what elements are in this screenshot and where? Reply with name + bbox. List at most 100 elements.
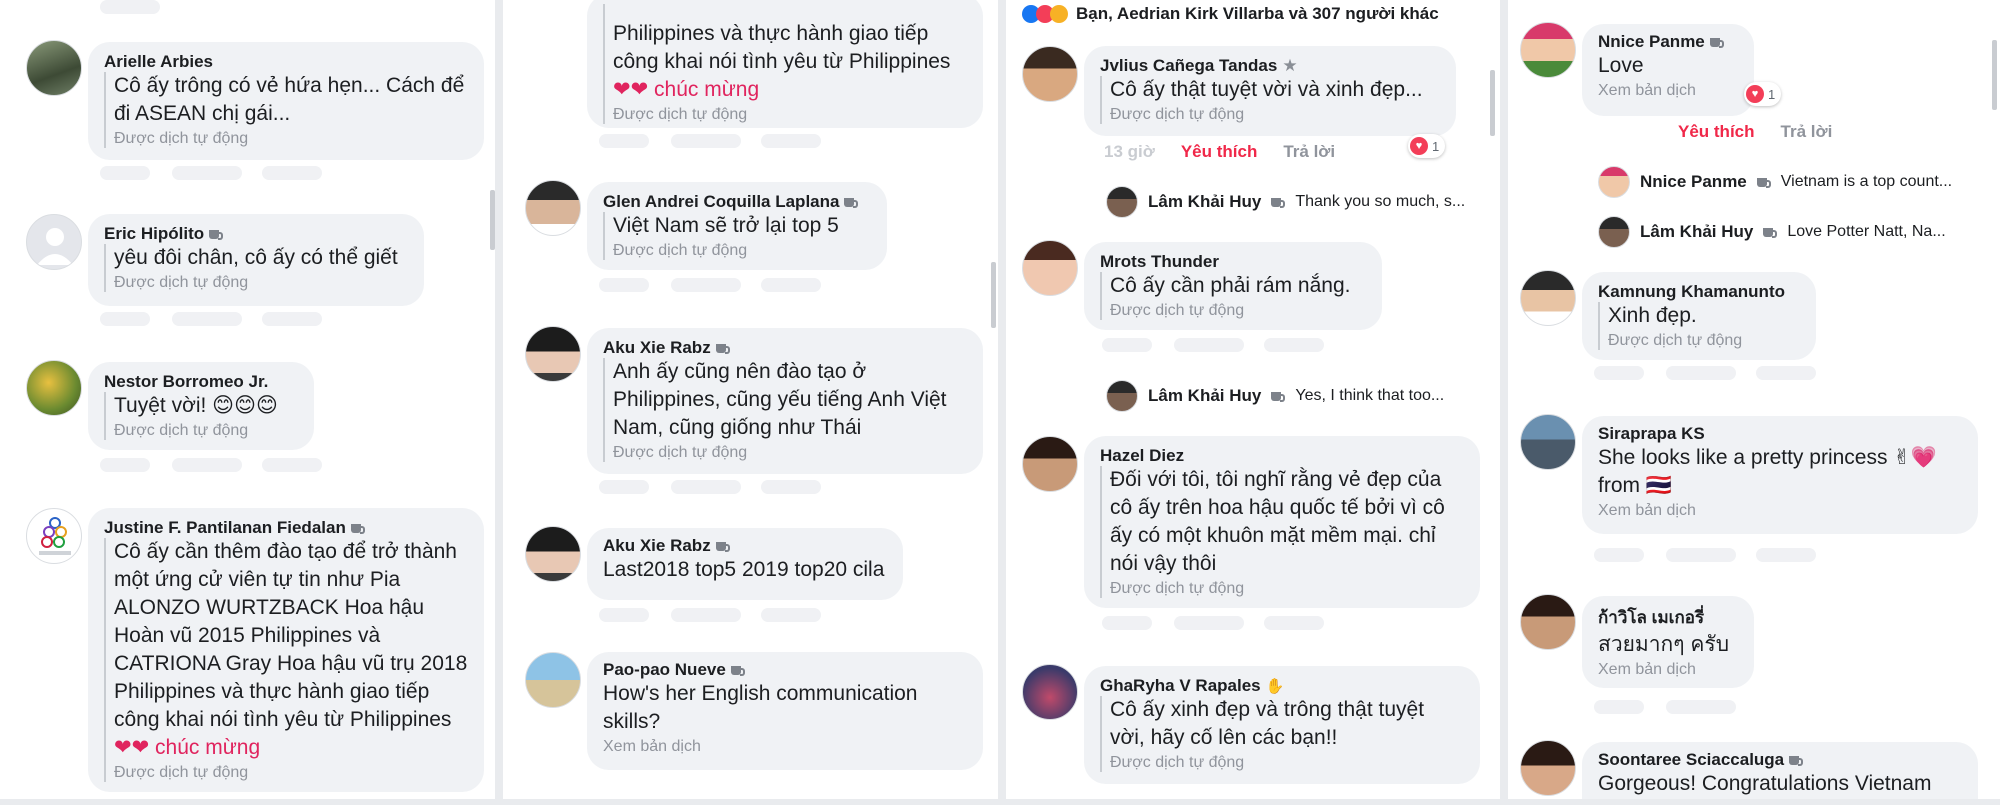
avatar[interactable] bbox=[1022, 240, 1078, 296]
comment-text: ALONZO WURTZBACK Hoa hậu bbox=[114, 596, 425, 619]
avatar[interactable] bbox=[1022, 46, 1078, 102]
commenter-name[interactable]: Siraprapa KS bbox=[1598, 424, 1962, 444]
reply-preview[interactable]: Lâm Khải Huy Love Potter Natt, Na... bbox=[1598, 216, 1946, 248]
auto-translated-label[interactable]: Được dịch tự động bbox=[1110, 580, 1464, 598]
comment-text: Philippines và thực hành giao tiếp bbox=[613, 22, 929, 45]
auto-translated-label[interactable]: Được dịch tự động bbox=[613, 444, 967, 462]
commenter-name[interactable]: Jvlius Cañega Tandas ★ bbox=[1100, 56, 1440, 76]
comment-bubble: Eric Hipólito yêu đôi chân, cô ấy có thể… bbox=[88, 214, 424, 306]
commenter-name[interactable]: Nnice Panme bbox=[1598, 32, 1738, 52]
comment-bubble: Siraprapa KS She looks like a pretty pri… bbox=[1582, 416, 1978, 534]
avatar[interactable] bbox=[1520, 414, 1576, 470]
commenter-name[interactable]: Aku Xie Rabz bbox=[603, 536, 887, 556]
commenter-name[interactable]: GhaRyha V Rapales ✋ bbox=[1100, 676, 1464, 696]
commenter-name[interactable]: Arielle Arbies bbox=[104, 52, 468, 72]
coffee-cup-icon bbox=[715, 342, 730, 354]
auto-translated-label[interactable]: Được dịch tự động bbox=[613, 242, 871, 260]
reply-button[interactable]: Trả lời bbox=[1283, 142, 1335, 162]
reply-preview[interactable]: Nnice Panme Vietnam is a top count... bbox=[1598, 166, 1952, 198]
avatar[interactable] bbox=[1022, 664, 1078, 720]
auto-translated-label[interactable]: Được dịch tự động bbox=[613, 106, 967, 124]
like-button[interactable]: Yêu thích bbox=[1181, 142, 1258, 162]
avatar[interactable] bbox=[1520, 740, 1576, 796]
see-translation-link[interactable]: Xem bản dịch bbox=[1598, 82, 1738, 100]
commenter-name[interactable]: Kamnung Khamanunto bbox=[1598, 282, 1800, 302]
comment-bubble: Nestor Borromeo Jr. Tuyệt vời! 😊😊😊 Được … bbox=[88, 362, 314, 450]
commenter-name[interactable]: Glen Andrei Coquilla Laplana bbox=[603, 192, 871, 212]
auto-translated-label[interactable]: Được dịch tự động bbox=[114, 130, 468, 148]
comments-panel-3: Bạn, Aedrian Kirk Villarba và 307 người … bbox=[1006, 0, 1500, 805]
comment-bubble: Pao-pao Nueve How's her English communic… bbox=[587, 652, 983, 770]
comment-text: Philippines, cũng yếu tiếng Anh Việt bbox=[613, 388, 947, 411]
avatar[interactable] bbox=[1520, 594, 1576, 650]
commenter-name[interactable]: ก้าวิโล เมเกอรี่ bbox=[1598, 604, 1738, 631]
wow-reaction-icon bbox=[1050, 5, 1068, 23]
comment-text: Anh ấy cũng nên đào tạo ở bbox=[613, 360, 867, 383]
see-translation-link[interactable]: Xem bản dịch bbox=[603, 738, 967, 756]
comment-text: công khai nói tình yêu từ Philippines bbox=[613, 50, 951, 73]
reaction-summary[interactable]: Bạn, Aedrian Kirk Villarba và 307 người … bbox=[1022, 4, 1439, 24]
comment-bubble: GhaRyha V Rapales ✋ Cô ấy xinh đẹp và trô… bbox=[1084, 666, 1480, 784]
avatar[interactable] bbox=[1520, 22, 1576, 78]
commenter-name[interactable]: Soontaree Sciaccaluga bbox=[1598, 750, 1962, 770]
comment-text: Cô ấy thật tuyệt vời và xinh đẹp... bbox=[1110, 78, 1423, 101]
reaction-count-badge[interactable]: ♥ 1 bbox=[1408, 134, 1446, 158]
avatar[interactable] bbox=[525, 326, 581, 382]
comment-actions: Yêu thích Trả lời bbox=[1678, 122, 1832, 142]
auto-translated-label[interactable]: Được dịch tự động bbox=[114, 764, 468, 782]
comment-bubble: Hazel Diez Đối với tôi, tôi nghĩ rằng vẻ… bbox=[1084, 436, 1480, 608]
auto-translated-label[interactable]: Được dịch tự động bbox=[1110, 754, 1464, 772]
commenter-name[interactable]: Nestor Borromeo Jr. bbox=[104, 372, 298, 392]
reply-preview[interactable]: Lâm Khải Huy Thank you so much, s... bbox=[1106, 186, 1465, 218]
comment-text: công khai nói tình yêu từ Philippines bbox=[114, 708, 452, 731]
comment-text: สวยมากๆ ครับ bbox=[1598, 633, 1730, 656]
reply-button[interactable]: Trả lời bbox=[1781, 122, 1833, 142]
see-translation-link[interactable]: Xem bản dịch bbox=[1598, 661, 1738, 679]
scrollbar[interactable] bbox=[991, 262, 996, 328]
see-translation-link[interactable]: Xem bản dịch bbox=[1598, 502, 1962, 520]
avatar[interactable] bbox=[525, 652, 581, 708]
comment-text: ❤❤ chúc mừng bbox=[114, 736, 261, 759]
comment-bubble: Kamnung Khamanunto Xinh đẹp. Được dịch t… bbox=[1582, 272, 1816, 360]
like-button[interactable]: Yêu thích bbox=[1678, 122, 1755, 142]
reply-preview[interactable]: Lâm Khải Huy Yes, I think that too... bbox=[1106, 380, 1444, 412]
commenter-name[interactable]: Mrots Thunder bbox=[1100, 252, 1366, 272]
avatar[interactable] bbox=[26, 214, 82, 270]
comment-bubble: Nnice Panme Love Xem bản dịch bbox=[1582, 24, 1754, 116]
comment-text: ấy có một khuôn mặt mềm mại. chỉ bbox=[1110, 524, 1436, 547]
avatar[interactable] bbox=[525, 526, 581, 582]
commenter-name[interactable]: Justine F. Pantilanan Fiedalan bbox=[104, 518, 468, 538]
reaction-count-badge[interactable]: ♥ 1 bbox=[1744, 82, 1782, 106]
auto-translated-label[interactable]: Được dịch tự động bbox=[114, 274, 408, 292]
heart-icon: ♥ bbox=[1746, 85, 1764, 103]
comment-text: đi ASEAN chị gái... bbox=[114, 102, 291, 125]
timestamp: 13 giờ bbox=[1104, 142, 1155, 161]
auto-translated-label[interactable]: Được dịch tự động bbox=[1608, 332, 1800, 350]
comment-text: cô ấy trên hoa hậu quốc tế bởi vì cô bbox=[1110, 496, 1445, 519]
comment-text: How's her English communication bbox=[603, 682, 918, 705]
coffee-cup-icon bbox=[209, 228, 224, 240]
scrollbar[interactable] bbox=[1992, 40, 1997, 110]
avatar[interactable] bbox=[26, 508, 82, 564]
auto-translated-label[interactable]: Được dịch tự động bbox=[1110, 106, 1440, 124]
scrollbar[interactable] bbox=[1490, 70, 1495, 136]
avatar[interactable] bbox=[26, 40, 82, 96]
commenter-name[interactable]: Aku Xie Rabz bbox=[603, 338, 967, 358]
avatar[interactable] bbox=[1022, 436, 1078, 492]
avatar[interactable] bbox=[525, 180, 581, 236]
comment-text: một ứng cử viên tự tin như Pia bbox=[114, 568, 401, 591]
reaction-summary-text: Bạn, Aedrian Kirk Villarba và 307 người … bbox=[1076, 4, 1439, 23]
comment-text: CATRIONA Gray Hoa hậu vũ trụ 2018 bbox=[114, 652, 468, 675]
auto-translated-label[interactable]: Được dịch tự động bbox=[114, 422, 298, 440]
comment-bubble: Soontaree Sciaccaluga Gorgeous! Congratu… bbox=[1582, 742, 1978, 805]
coffee-cup-icon bbox=[1789, 754, 1804, 766]
comment-text: nói vậy thôi bbox=[1110, 552, 1217, 575]
commenter-name[interactable]: Hazel Diez bbox=[1100, 446, 1464, 466]
commenter-name[interactable]: Eric Hipólito bbox=[104, 224, 408, 244]
commenter-name[interactable]: Pao-pao Nueve bbox=[603, 660, 967, 680]
avatar[interactable] bbox=[1520, 270, 1576, 326]
comments-panel-1: Arielle Arbies Cô ấy trông có vẻ hứa hẹn… bbox=[0, 0, 495, 805]
auto-translated-label[interactable]: Được dịch tự động bbox=[1110, 302, 1366, 320]
avatar[interactable] bbox=[26, 360, 82, 416]
comment-text: Cô ấy trông có vẻ hứa hẹn... Cách để bbox=[114, 74, 465, 97]
